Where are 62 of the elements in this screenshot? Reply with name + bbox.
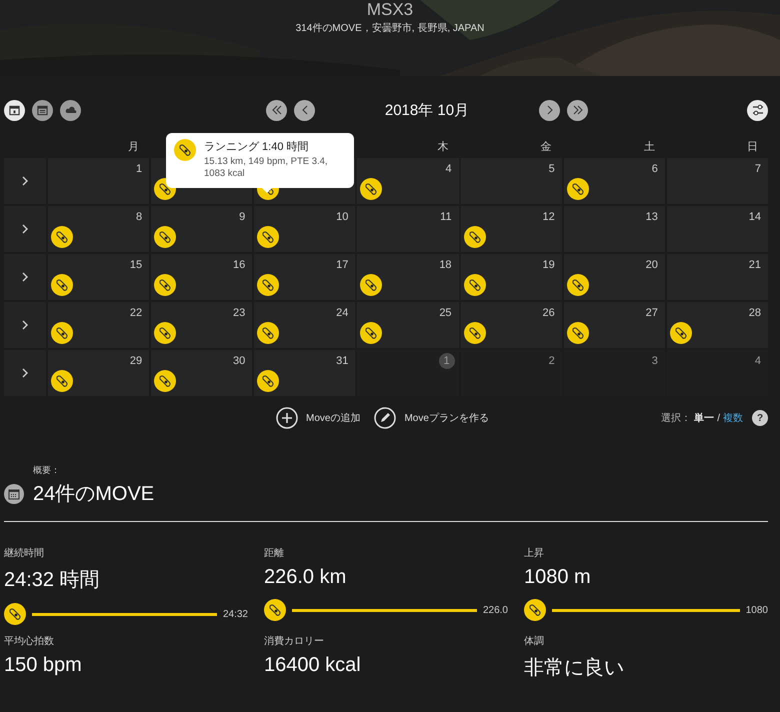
stat-label: 上昇 xyxy=(524,546,545,560)
bar-reading: 24:32 xyxy=(222,608,248,620)
stat-value: 150 bpm xyxy=(4,654,83,677)
stat-label: 体調 xyxy=(524,634,545,648)
day-number: 15 xyxy=(130,258,142,273)
stat-label: 平均心拍数 xyxy=(4,634,55,648)
stat-value: 226.0 km xyxy=(264,566,348,589)
page-subtitle: 314件のMOVE，安曇野市, 長野県, JAPAN xyxy=(296,22,484,35)
day-number: 22 xyxy=(130,306,142,321)
stat-value: 非常に良い xyxy=(524,656,625,681)
weekday-label: 土 xyxy=(644,140,655,154)
day-number: 4 xyxy=(445,162,452,177)
day-number: 24 xyxy=(336,306,348,321)
page-title: MSX3 xyxy=(366,0,414,20)
day-number: 17 xyxy=(336,258,348,273)
day-number: 13 xyxy=(646,210,658,225)
day-number: 14 xyxy=(748,210,761,225)
weekday-label: 木 xyxy=(438,140,449,154)
day-number: 25 xyxy=(439,306,452,321)
day-number: 5 xyxy=(548,162,555,177)
day-number: 1 xyxy=(136,162,142,177)
weekday-label: 月 xyxy=(128,140,140,154)
day-number: 7 xyxy=(754,162,761,177)
month-title: 2018年 10月 xyxy=(384,100,470,120)
tooltip-detail: 15.13 km, 149 bpm, PTE 3.4, 1083 kcal xyxy=(204,156,329,180)
stat-label: 消費カロリー xyxy=(264,634,325,648)
day-number: 12 xyxy=(542,210,555,225)
stat-label: 継続時間 xyxy=(4,546,45,560)
stat-value: 16400 kcal xyxy=(264,654,362,677)
day-number: 19 xyxy=(542,258,555,273)
day-number: 2 xyxy=(548,354,555,369)
day-number: 4 xyxy=(754,354,761,369)
day-number: 30 xyxy=(233,354,246,369)
day-number: 3 xyxy=(652,354,658,369)
day-number: 26 xyxy=(542,306,555,321)
day-number: 9 xyxy=(239,210,246,225)
day-number: 6 xyxy=(652,162,658,177)
summary-title: 24件のMOVE xyxy=(33,482,154,507)
bar-reading: 1080 xyxy=(746,604,768,616)
day-number: 20 xyxy=(646,258,658,273)
day-number: 18 xyxy=(439,258,452,273)
weekday-label: 日 xyxy=(747,140,758,154)
day-number: 21 xyxy=(748,258,761,273)
summary-label: 概要： xyxy=(33,464,61,477)
day-number: 10 xyxy=(336,210,348,225)
stat-value: 1080 m xyxy=(524,566,592,589)
day-number: 27 xyxy=(646,306,658,321)
stat-label: 距離 xyxy=(264,547,285,560)
tooltip-title: ランニング 1:40 時間 xyxy=(204,140,310,154)
weekday-label: 金 xyxy=(540,140,552,154)
day-number: 23 xyxy=(233,306,246,321)
selection-label: 選択： xyxy=(661,412,692,425)
separator-text: / xyxy=(717,412,720,424)
day-number: 1 xyxy=(438,353,455,369)
stat-value: 24:32 時間 xyxy=(4,568,101,593)
day-number: 16 xyxy=(233,258,246,273)
bar-reading: 226.0 xyxy=(482,604,508,616)
day-number: 28 xyxy=(748,306,761,321)
day-number: 11 xyxy=(440,210,452,225)
day-number: 29 xyxy=(130,354,142,369)
day-number: 31 xyxy=(336,354,348,369)
day-number: 8 xyxy=(136,210,142,225)
